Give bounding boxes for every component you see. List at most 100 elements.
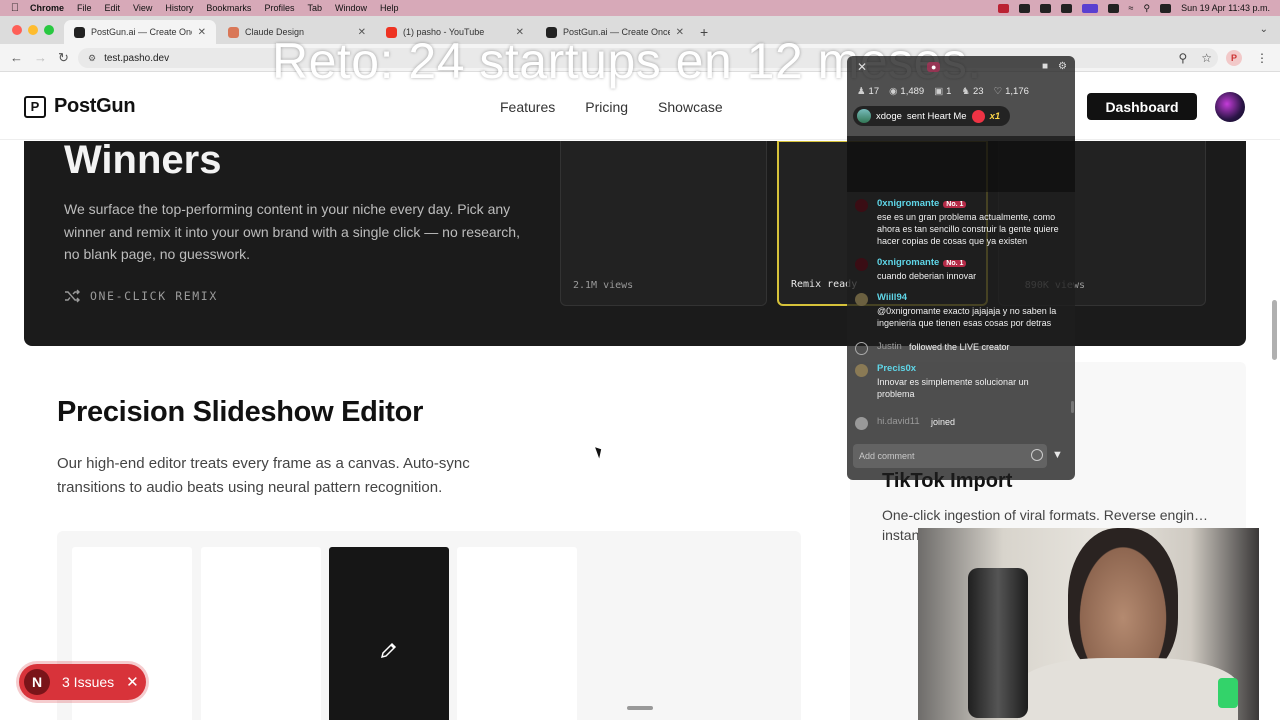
record-icon[interactable] [997, 3, 1009, 13]
nav-pricing[interactable]: Pricing [585, 99, 628, 115]
gift-user-avatar [857, 109, 871, 123]
chat-username[interactable]: Precis0x [877, 363, 916, 374]
live-chat-scrollbar[interactable] [1071, 401, 1074, 413]
menu-clock[interactable]: Sun 19 Apr 11:43 p.m. [1181, 3, 1270, 13]
settings-gear-icon[interactable]: ⚙ [1058, 61, 1067, 72]
toolbar-actions: ⚲ ☆ P ⋮ [1178, 50, 1268, 66]
user-avatar[interactable] [1215, 92, 1245, 122]
close-icon[interactable]: ✕ [857, 60, 867, 74]
live-video-preview [847, 136, 1075, 192]
chat-username[interactable]: 0xnigromante No. 1 [877, 198, 967, 209]
editor-scroll-handle[interactable] [627, 706, 653, 710]
heart-icon: ♡ [993, 86, 1003, 97]
menu-app-name[interactable]: Chrome [30, 3, 64, 13]
wifi-icon[interactable]: ≈ [1129, 3, 1134, 13]
chat-text: ese es un gran problema actualmente, com… [877, 212, 1059, 246]
close-window-icon[interactable] [12, 25, 22, 35]
address-url: test.pasho.dev [104, 52, 170, 64]
chat-text: cuando deberian innovar [877, 271, 977, 281]
webcam-shirt [1018, 658, 1238, 720]
chat-text: Innovar es simplemente solucionar un pro… [877, 377, 1029, 399]
chat-avatar [855, 417, 868, 430]
tab-search-chevron-icon[interactable]: ⌄ [1260, 24, 1268, 35]
menu-help[interactable]: Help [380, 3, 399, 13]
postgun-logo[interactable]: P PostGun [24, 95, 136, 118]
rank-badge: No. 1 [943, 260, 967, 267]
chat-username[interactable]: 0xnigromante No. 1 [877, 257, 967, 268]
add-comment-input[interactable]: Add comment [853, 444, 1047, 468]
screen-share-icon[interactable] [1081, 3, 1098, 13]
winners-title: Winners [64, 141, 222, 182]
menu-window[interactable]: Window [335, 3, 367, 13]
eye-icon: ◉ [889, 86, 898, 97]
zoom-window-icon[interactable] [44, 25, 54, 35]
dashboard-button[interactable]: Dashboard [1087, 93, 1197, 120]
send-icon[interactable]: ▼ [1052, 449, 1063, 461]
followers-stat: ♞ 23 [961, 86, 984, 97]
webcam-green-light [1218, 678, 1238, 708]
close-icon[interactable]: ✕ [126, 673, 139, 691]
chat-avatar [855, 199, 868, 212]
site-info-icon[interactable]: ⚙ [88, 53, 96, 64]
reload-icon[interactable]: ↻ [58, 50, 69, 66]
extension-icon[interactable] [1018, 3, 1030, 13]
pencil-icon[interactable] [380, 640, 398, 660]
gift-user: xdoge [876, 110, 902, 122]
control-center-icon[interactable] [1160, 3, 1172, 13]
chat-text: joined [931, 417, 956, 427]
nav-showcase[interactable]: Showcase [658, 99, 723, 115]
menu-bookmarks[interactable]: Bookmarks [206, 3, 251, 13]
editor-frame[interactable] [201, 547, 321, 720]
tab-title: PostGun.ai — Create Once. D [91, 27, 192, 37]
chat-avatar [855, 258, 868, 271]
menu-file[interactable]: File [77, 3, 92, 13]
profile-avatar-icon[interactable]: P [1226, 50, 1242, 66]
sync-icon[interactable] [1039, 3, 1051, 13]
bookmark-star-icon[interactable]: ☆ [1201, 51, 1212, 65]
menu-view[interactable]: View [133, 3, 152, 13]
remix-label-text: ONE-CLICK REMIX [90, 289, 218, 303]
lock-icon[interactable]: ■ [1042, 61, 1048, 72]
zoom-icon[interactable]: ⚲ [1178, 51, 1187, 65]
spotlight-search-icon[interactable]: ⚲ [1144, 3, 1151, 14]
keyboard-icon[interactable] [1107, 3, 1119, 13]
apple-menu-icon[interactable]:  [0, 2, 30, 14]
webcam-overlay [918, 528, 1259, 720]
window-controls [12, 25, 54, 35]
forward-arrow-icon[interactable]: → [34, 50, 47, 65]
viewers-icon: ♟ [857, 86, 866, 97]
issues-badge[interactable]: N 3 Issues ✕ [19, 664, 146, 700]
person-icon [855, 342, 868, 355]
emoji-icon[interactable] [1031, 449, 1043, 461]
gift-icon: ▣ [934, 86, 944, 97]
chrome-menu-icon[interactable]: ⋮ [1256, 51, 1268, 65]
back-arrow-icon[interactable]: ← [10, 50, 23, 65]
add-comment-placeholder: Add comment [859, 451, 915, 461]
live-stats: ♟ 17 ◉ 1,489 ▣ 1 ♞ 23 ♡ 1,176 [857, 86, 1029, 97]
chat-avatar [855, 293, 868, 306]
chat-text: @0xnigromante exacto jajajaja y no saben… [877, 306, 1057, 328]
chat-username[interactable]: Justin [877, 341, 902, 352]
likes-stat: ♡ 1,176 [993, 86, 1029, 97]
gift-multiplier: x1 [989, 110, 1001, 122]
menu-edit[interactable]: Edit [105, 3, 121, 13]
editor-frame[interactable] [457, 547, 577, 720]
menu-history[interactable]: History [165, 3, 193, 13]
minimize-window-icon[interactable] [28, 25, 38, 35]
mouse-cursor-icon [595, 445, 604, 459]
nav-features[interactable]: Features [500, 99, 555, 115]
winner-card-label: 2.1M views [573, 280, 634, 291]
winner-card[interactable]: 2.1M views [560, 141, 767, 306]
viewers-stat: ♟ 17 [857, 86, 880, 97]
close-tab-icon[interactable]: ✕ [198, 27, 206, 38]
page-scrollbar[interactable] [1272, 300, 1277, 360]
editor-frame-active[interactable] [329, 547, 449, 720]
claude-favicon-icon [228, 26, 239, 38]
menu-profiles[interactable]: Profiles [264, 3, 294, 13]
chat-username[interactable]: Wiill94 [877, 292, 907, 303]
chat-username[interactable]: hi.david11 [877, 416, 920, 427]
menu-tab[interactable]: Tab [307, 3, 322, 13]
one-click-remix-label[interactable]: ONE-CLICK REMIX [64, 289, 218, 303]
tab-postgun[interactable]: PostGun.ai — Create Once. D ✕ [64, 20, 216, 44]
audio-icon[interactable] [1060, 3, 1072, 13]
